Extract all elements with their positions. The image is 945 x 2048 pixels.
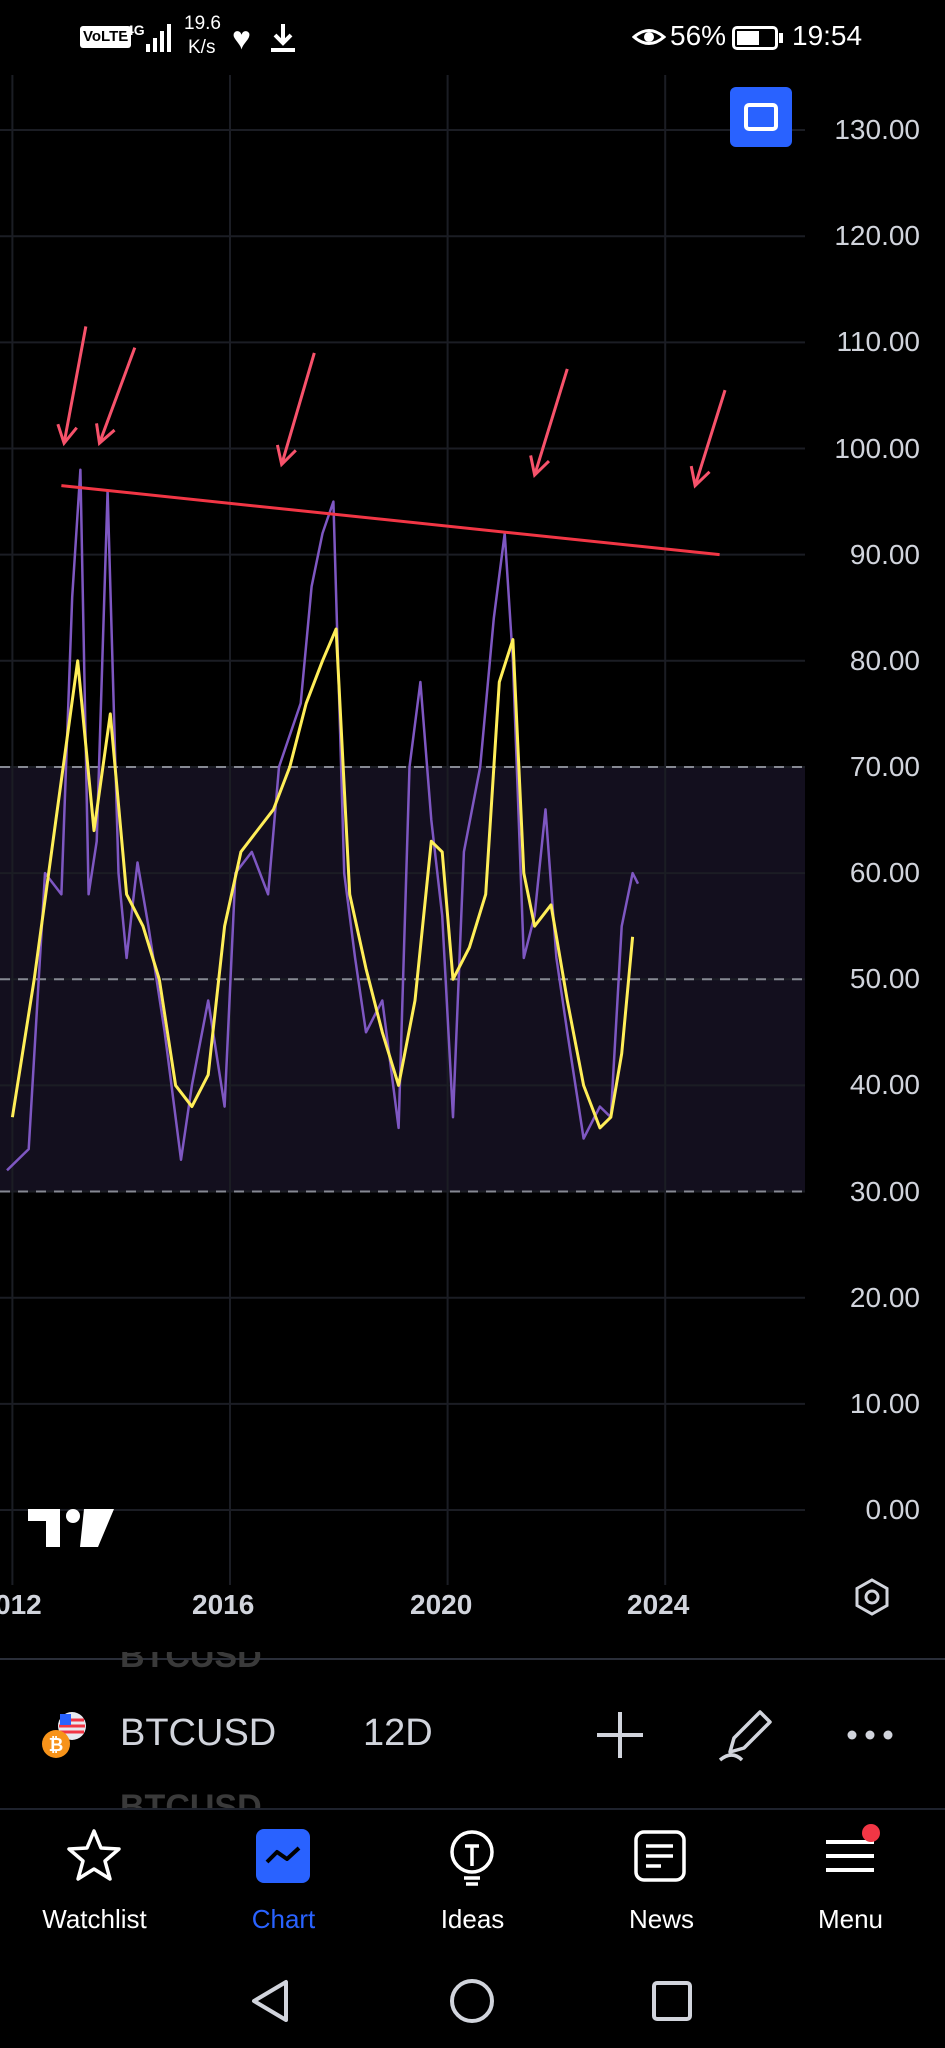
net-speed-unit: K/s [188, 37, 216, 58]
nav-news[interactable]: News [567, 1810, 756, 1960]
recents-icon[interactable] [647, 1976, 697, 2026]
annotation-arrow [533, 368, 569, 476]
nav-menu-label: Menu [817, 1904, 884, 1934]
y-axis-tick-label: 60.00 [849, 857, 920, 889]
clock: 19:54 [792, 20, 863, 51]
annotation-arrow [98, 347, 137, 444]
lightbulb-icon [450, 1830, 494, 1886]
x-axis-tick-label: 012 [0, 1589, 42, 1620]
network-type: 4G [126, 22, 145, 38]
ghost-symbol-above: BTCUSD [120, 1652, 262, 1674]
nav-watchlist[interactable]: Watchlist [0, 1810, 189, 1960]
y-axis-tick-label: 70.00 [849, 750, 920, 782]
nav-menu[interactable]: Menu [756, 1810, 945, 1960]
download-icon [271, 24, 295, 52]
chart-canvas[interactable] [0, 75, 945, 1660]
menu-notification-dot [862, 1824, 880, 1842]
resistance-trendline [61, 484, 720, 557]
nav-watchlist-label: Watchlist [42, 1904, 147, 1934]
nav-ideas-label: Ideas [440, 1904, 505, 1934]
battery-percent: 56% [670, 20, 727, 51]
chart-area[interactable]: 130.00 120.00 110.00 100.00 90.00 80.00 70.00 6… [0, 75, 945, 1660]
y-axis-tick-label: 0.00 [865, 1494, 921, 1525]
y-axis-tick-label: 10.00 [849, 1387, 920, 1419]
nav-news-label: News [628, 1904, 694, 1934]
x-axis-tick-label: 2020 [410, 1589, 473, 1620]
nav-ideas[interactable]: Ideas [378, 1810, 567, 1960]
back-icon[interactable] [246, 1976, 296, 2026]
x-axis-tick-label: 2024 [627, 1589, 690, 1620]
annotation-arrow [693, 389, 727, 487]
ghost-symbol-below: BTCUSD [120, 1788, 262, 1808]
signal-icon [146, 24, 171, 52]
more-options-button[interactable] [835, 1700, 905, 1770]
newspaper-icon [634, 1830, 686, 1882]
annotation-arrow [62, 326, 88, 444]
y-axis-tick-label: 20.00 [849, 1281, 920, 1313]
drawing-tools-button[interactable] [712, 1700, 782, 1770]
symbol-toolbar: BTCUSD ₿ BTCUSD 12D BTCUSD [0, 1652, 945, 1808]
x-axis-tick-label: 2016 [192, 1589, 255, 1620]
tradingview-logo [28, 1509, 114, 1547]
star-icon [67, 1829, 121, 1881]
symbol-name[interactable]: BTCUSD [120, 1712, 276, 1755]
fullscreen-icon [744, 103, 778, 131]
bottom-navigation: Watchlist Chart Ideas News Menu [0, 1808, 945, 1958]
home-icon[interactable] [447, 1976, 497, 2026]
add-indicator-button[interactable] [585, 1700, 655, 1770]
battery-icon [732, 26, 778, 50]
fullscreen-button[interactable] [730, 87, 792, 147]
y-axis-tick-label: 40.00 [849, 1069, 920, 1101]
y-axis-tick-label: 100.00 [834, 432, 920, 464]
chart-icon [256, 1829, 310, 1883]
system-navigation [0, 1958, 945, 2048]
y-axis-tick-label: 90.00 [849, 538, 920, 570]
y-axis-tick-label: 80.00 [849, 644, 920, 676]
btcusd-symbol-icon: ₿ [42, 1712, 86, 1758]
nav-chart-label: Chart [251, 1904, 316, 1934]
eye-icon [632, 29, 666, 45]
y-axis-tick-label: 120.00 [834, 220, 920, 252]
y-axis-tick-label: 30.00 [849, 1175, 920, 1207]
heart-icon: ♥ [232, 20, 251, 56]
svg-text:₿: ₿ [49, 1735, 64, 1756]
battery-tip [779, 33, 783, 43]
nav-chart[interactable]: Chart [189, 1810, 378, 1960]
y-axis-tick-label: 110.00 [836, 326, 920, 358]
status-bar: VoLTE 4G 19.6 K/s ♥ 56% 19:54 [0, 0, 945, 75]
net-speed-value: 19.6 [184, 13, 221, 34]
chart-settings-icon[interactable] [852, 1577, 892, 1617]
volte-indicator: VoLTE [80, 26, 132, 48]
interval-selector[interactable]: 12D [363, 1712, 433, 1755]
y-axis-tick-label: 130.00 [834, 114, 920, 146]
y-axis-tick-label: 50.00 [849, 963, 920, 995]
